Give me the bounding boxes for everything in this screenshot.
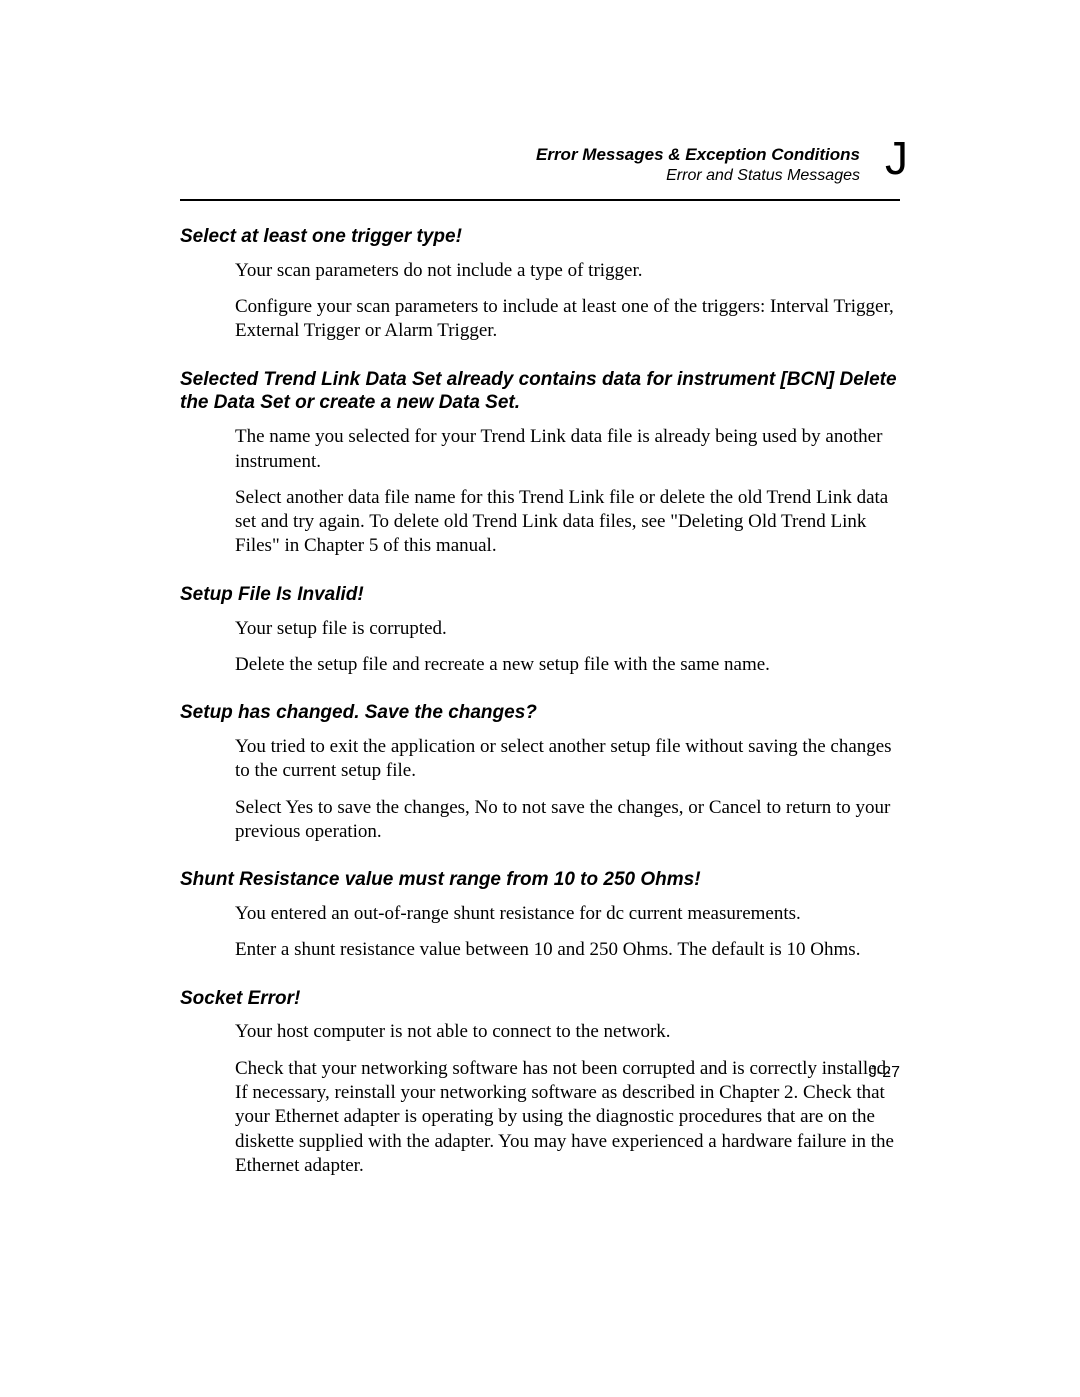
page-number: J-27 <box>869 1064 900 1082</box>
header-subtitle: Error and Status Messages <box>180 167 860 185</box>
section-heading: Socket Error! <box>180 987 900 1011</box>
header-title: Error Messages & Exception Conditions <box>180 145 860 165</box>
body-paragraph: Your setup file is corrupted. <box>235 617 900 641</box>
section-heading: Select at least one trigger type! <box>180 225 900 249</box>
section-setup-changed: Setup has changed. Save the changes? You… <box>180 701 900 844</box>
body-paragraph: Your host computer is not able to connec… <box>235 1020 900 1044</box>
body-paragraph: You entered an out-of-range shunt resist… <box>235 902 900 926</box>
body-paragraph: Configure your scan parameters to includ… <box>235 295 900 344</box>
section-trend-link: Selected Trend Link Data Set already con… <box>180 368 900 559</box>
body-paragraph: Enter a shunt resistance value between 1… <box>235 938 900 962</box>
section-shunt-resistance: Shunt Resistance value must range from 1… <box>180 868 900 962</box>
section-heading: Shunt Resistance value must range from 1… <box>180 868 900 892</box>
section-heading: Setup has changed. Save the changes? <box>180 701 900 725</box>
section-heading: Selected Trend Link Data Set already con… <box>180 368 900 416</box>
body-paragraph: You tried to exit the application or sel… <box>235 735 900 784</box>
body-paragraph: Check that your networking software has … <box>235 1057 900 1179</box>
page-header: Error Messages & Exception Conditions Er… <box>180 145 900 201</box>
body-paragraph: Delete the setup file and recreate a new… <box>235 653 900 677</box>
appendix-letter: J <box>885 135 908 181</box>
section-setup-invalid: Setup File Is Invalid! Your setup file i… <box>180 583 900 677</box>
body-paragraph: Select Yes to save the changes, No to no… <box>235 796 900 845</box>
page-content: Error Messages & Exception Conditions Er… <box>0 0 1080 1250</box>
section-select-trigger: Select at least one trigger type! Your s… <box>180 225 900 344</box>
body-paragraph: Your scan parameters do not include a ty… <box>235 259 900 283</box>
section-socket-error: Socket Error! Your host computer is not … <box>180 987 900 1179</box>
body-paragraph: The name you selected for your Trend Lin… <box>235 425 900 474</box>
body-paragraph: Select another data file name for this T… <box>235 486 900 559</box>
section-heading: Setup File Is Invalid! <box>180 583 900 607</box>
